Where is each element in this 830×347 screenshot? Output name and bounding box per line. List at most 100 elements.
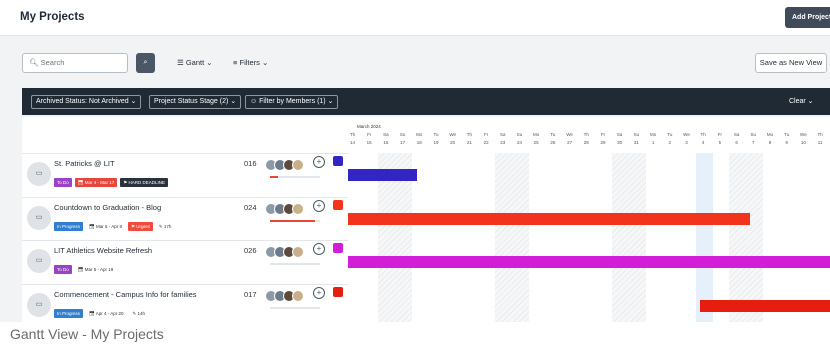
search-button[interactable]: ⌕ bbox=[136, 53, 155, 73]
project-row[interactable]: ▭ Commencement - Campus Info for families… bbox=[22, 284, 348, 322]
weekday-label: Tu bbox=[550, 132, 556, 137]
project-color-icon[interactable] bbox=[333, 287, 343, 297]
time-estimate: ✎ 14h bbox=[129, 309, 149, 319]
project-id: 017 bbox=[244, 290, 257, 299]
add-member-button[interactable]: + bbox=[313, 156, 325, 168]
filters-label: Filters bbox=[239, 58, 260, 67]
date-label: 8 bbox=[768, 140, 772, 145]
members-filter-chip[interactable]: ☺ Filter by Members (1) ⌄ bbox=[245, 95, 339, 109]
date-label: 26 bbox=[550, 140, 556, 145]
top-bar: My Projects Add Project bbox=[0, 0, 830, 36]
avatar bbox=[292, 202, 304, 215]
weekend-column bbox=[512, 153, 529, 322]
avatar bbox=[292, 245, 304, 258]
date-label: 7 bbox=[752, 140, 755, 145]
add-member-button[interactable]: + bbox=[313, 243, 325, 255]
weekend-column bbox=[729, 153, 747, 322]
date-label: 6 bbox=[735, 140, 738, 145]
flag-badge: ⚑ Urgent bbox=[128, 222, 153, 232]
date-range: 📅︎ Mar 5 - Apr 8 bbox=[86, 222, 125, 232]
weekday-label: Fr bbox=[600, 132, 606, 137]
project-id: 016 bbox=[244, 159, 257, 168]
weekday-label: Mo bbox=[533, 132, 540, 137]
weekday-label: Mo bbox=[649, 132, 657, 137]
weekday-label: Su bbox=[750, 132, 757, 137]
member-avatars[interactable] bbox=[265, 156, 304, 171]
save-view-button[interactable]: Save as New View bbox=[755, 53, 827, 73]
date-label: 27 bbox=[567, 140, 573, 145]
project-id: 024 bbox=[244, 203, 257, 212]
project-color-icon[interactable] bbox=[333, 200, 343, 210]
filters-button[interactable]: ≡ Filters ⌄ bbox=[233, 54, 268, 72]
date-label: 10 bbox=[800, 140, 806, 145]
clear-filters-button[interactable]: Clear ⌄ bbox=[789, 95, 814, 109]
date-label: 20 bbox=[450, 140, 456, 145]
time-estimate: ✎ 17h bbox=[155, 222, 175, 232]
weekday-label: Su bbox=[516, 132, 523, 137]
status-badge: To Do bbox=[54, 178, 72, 188]
user-photo: ▭ bbox=[27, 206, 51, 230]
gantt-icon: ☰ bbox=[177, 58, 184, 67]
weekday-label: We bbox=[800, 132, 807, 137]
progress-bar bbox=[270, 263, 320, 265]
weekend-column bbox=[628, 153, 646, 322]
gantt-bar[interactable] bbox=[348, 213, 750, 225]
chevron-down-icon: ⌄ bbox=[206, 58, 213, 67]
project-tags: In Progress 📅︎ Mar 5 - Apr 8 ⚑ Urgent ✎ 17h bbox=[54, 218, 177, 232]
weekday-label: Fr bbox=[717, 132, 723, 137]
weekday-label: Sa bbox=[500, 132, 506, 137]
project-row[interactable]: ▭ Countdown to Graduation - Blog In Progre… bbox=[22, 197, 348, 239]
project-color-icon[interactable] bbox=[333, 243, 343, 253]
search-input[interactable]: 🔍︎ Search bbox=[22, 53, 128, 73]
chevron-down-icon: ⌄ bbox=[262, 58, 269, 67]
project-row[interactable]: ▭ LIT Athletics Website Refresh To Do 📅︎ Ma… bbox=[22, 240, 348, 282]
project-row[interactable]: ▭ St. Patricks @ LIT To Do 📅︎ Mar 4 - Mar 1… bbox=[22, 153, 348, 195]
folder-icon: ▭ bbox=[27, 293, 51, 317]
weekday-label: Sa bbox=[733, 132, 740, 137]
weekday-label: We bbox=[566, 132, 573, 137]
member-avatars[interactable] bbox=[265, 243, 304, 258]
weekday-label: Th bbox=[466, 132, 473, 137]
date-label: 19 bbox=[433, 140, 439, 145]
app-frame: My Projects Add Project 🔍︎ Search ⌕ ☰ Ga… bbox=[0, 0, 830, 322]
archived-status-chip[interactable]: Archived Status: Not Archived ⌄ bbox=[31, 95, 142, 109]
gantt-bar[interactable] bbox=[348, 169, 417, 181]
date-label: 22 bbox=[483, 140, 489, 145]
date-label: 16 bbox=[383, 140, 389, 145]
search-icon: ⌕ bbox=[143, 59, 148, 66]
today-column bbox=[695, 153, 713, 322]
progress-bar bbox=[270, 176, 320, 178]
weekend-column bbox=[495, 153, 513, 322]
progress-bar bbox=[270, 220, 320, 222]
gantt-bar[interactable] bbox=[348, 256, 830, 268]
date-label: 29 bbox=[600, 140, 606, 145]
toolbar: 🔍︎ Search ⌕ ☰ Gantt ⌄ ≡ Filters ⌄ Save a… bbox=[0, 36, 830, 86]
project-color-icon[interactable] bbox=[333, 156, 343, 166]
status-stage-chip[interactable]: Project Status Stage (2) ⌄ bbox=[149, 95, 242, 109]
date-label: 21 bbox=[466, 140, 472, 145]
member-avatars[interactable] bbox=[265, 287, 304, 302]
add-project-button[interactable]: Add Project bbox=[785, 7, 830, 28]
weekday-label: Tu bbox=[667, 132, 673, 137]
project-name[interactable]: Commencement - Campus Info for families bbox=[54, 290, 197, 299]
weekday-label: Su bbox=[399, 132, 406, 137]
date-label: 23 bbox=[500, 140, 506, 145]
weekday-label: Mo bbox=[416, 132, 423, 137]
project-name[interactable]: Countdown to Graduation - Blog bbox=[54, 203, 161, 212]
date-label: 28 bbox=[583, 140, 589, 145]
mascot-logo: ▭ bbox=[27, 249, 51, 273]
date-label: 9 bbox=[785, 140, 788, 145]
member-avatars[interactable] bbox=[265, 200, 304, 215]
add-member-button[interactable]: + bbox=[313, 287, 325, 299]
status-badge: To Do bbox=[54, 265, 72, 275]
view-select[interactable]: ☰ Gantt ⌄ bbox=[177, 54, 213, 72]
project-id: 026 bbox=[244, 246, 257, 255]
gantt-bar[interactable] bbox=[700, 300, 830, 312]
add-member-button[interactable]: + bbox=[313, 200, 325, 212]
project-name[interactable]: LIT Athletics Website Refresh bbox=[54, 246, 152, 255]
date-label: 3 bbox=[685, 140, 688, 145]
page-title: My Projects bbox=[20, 11, 85, 23]
person-icon: ☺ bbox=[250, 98, 258, 105]
date-label: 18 bbox=[416, 140, 422, 145]
project-name[interactable]: St. Patricks @ LIT bbox=[54, 159, 115, 168]
